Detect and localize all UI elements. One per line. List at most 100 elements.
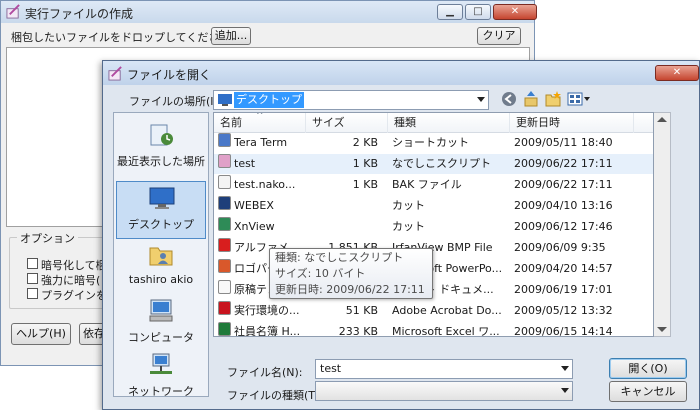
add-button[interactable]: 追加... bbox=[211, 27, 251, 45]
file-row[interactable]: Tera Term 2 KB ショートカット 2009/05/11 18:40 bbox=[214, 133, 653, 153]
minimize-button[interactable]: ▁ bbox=[437, 4, 463, 20]
file-row[interactable]: test 1 KB なでしこスクリプト 2009/06/22 17:11 bbox=[214, 154, 653, 174]
column-date[interactable]: 更新日時 bbox=[510, 113, 634, 133]
help-button[interactable]: ヘルプ(H) bbox=[11, 323, 71, 345]
file-size: 1 KB bbox=[352, 157, 378, 170]
open-button[interactable]: 開く(O) bbox=[609, 358, 687, 379]
cancel-button[interactable]: キャンセル bbox=[609, 381, 687, 402]
chevron-down-icon bbox=[561, 388, 569, 393]
file-name: test.nako... bbox=[234, 178, 296, 191]
file-row[interactable]: XnView カット 2009/06/12 17:46 bbox=[214, 217, 653, 237]
location-combo[interactable]: デスクトップ bbox=[213, 90, 489, 110]
app-icon bbox=[108, 66, 122, 81]
filename-combo[interactable]: test bbox=[315, 359, 573, 379]
file-size: 51 KB bbox=[345, 304, 378, 317]
file-list-header: 名前 ^ サイズ 種類 更新日時 bbox=[214, 113, 653, 133]
options-label: オプション bbox=[17, 230, 78, 246]
file-info-tooltip: 種類: なでしこスクリプト サイズ: 10 バイト 更新日時: 2009/06/… bbox=[269, 248, 433, 299]
window-title: 実行ファイルの作成 bbox=[25, 7, 134, 21]
file-name: 実行環境の... bbox=[234, 304, 300, 317]
clear-button[interactable]: クリア bbox=[477, 27, 521, 45]
tooltip-date: 更新日時: 2009/06/22 17:11 bbox=[275, 283, 425, 296]
file-date: 2009/06/09 9:35 bbox=[514, 241, 606, 254]
file-date: 2009/05/11 18:40 bbox=[514, 136, 613, 149]
dialog-close-button[interactable]: ✕ bbox=[655, 65, 699, 81]
sort-ascending-icon: ^ bbox=[256, 112, 264, 121]
place-computer[interactable]: コンピュータ bbox=[116, 295, 206, 353]
filetype-combo[interactable] bbox=[315, 381, 573, 401]
file-icon bbox=[218, 322, 231, 336]
file-icon bbox=[218, 259, 231, 273]
file-date: 2009/06/22 17:11 bbox=[514, 178, 613, 191]
file-name: 社員名簿 H... bbox=[234, 325, 301, 337]
file-icon bbox=[218, 280, 231, 294]
dialog-title: ファイルを開く bbox=[127, 68, 212, 82]
file-size: 233 KB bbox=[338, 325, 378, 337]
column-name[interactable]: 名前 ^ bbox=[214, 113, 306, 133]
file-icon bbox=[218, 175, 231, 189]
desktop-icon bbox=[218, 94, 232, 106]
file-type: Adobe Acrobat Do... bbox=[392, 304, 502, 317]
vertical-scrollbar[interactable] bbox=[654, 112, 671, 337]
option-strong-encrypt[interactable]: 強力に暗号( bbox=[27, 272, 103, 286]
file-row[interactable]: test.nako... 1 KB BAK ファイル 2009/06/22 17:11 bbox=[214, 175, 653, 195]
option-plugin[interactable]: プラグインを bbox=[27, 287, 103, 301]
file-type: カット bbox=[392, 220, 425, 233]
location-value: デスクトップ bbox=[234, 92, 304, 108]
chevron-down-icon bbox=[477, 97, 485, 102]
file-name: Tera Term bbox=[234, 136, 288, 149]
place-desktop[interactable]: デスクトップ bbox=[116, 181, 206, 239]
file-date: 2009/04/20 14:57 bbox=[514, 262, 613, 275]
chevron-down-icon bbox=[561, 366, 569, 371]
file-size: 2 KB bbox=[352, 136, 378, 149]
file-date: 2009/05/12 13:32 bbox=[514, 304, 613, 317]
file-icon bbox=[218, 217, 231, 231]
app-icon bbox=[6, 4, 20, 19]
column-type[interactable]: 種類 bbox=[388, 113, 510, 133]
file-row[interactable]: 実行環境の... 51 KB Adobe Acrobat Do... 2009/05/… bbox=[214, 301, 653, 321]
checkbox[interactable] bbox=[27, 273, 38, 284]
tooltip-size: サイズ: 10 バイト bbox=[275, 267, 366, 280]
scroll-down-icon[interactable] bbox=[657, 327, 667, 332]
file-type: カット bbox=[392, 199, 425, 212]
file-row[interactable]: 社員名簿 H... 233 KB Microsoft Excel ワ... 2009/… bbox=[214, 322, 653, 337]
network-icon bbox=[150, 353, 172, 374]
file-date: 2009/04/10 13:16 bbox=[514, 199, 613, 212]
maximize-button[interactable]: □ bbox=[465, 4, 491, 20]
close-icon: ✕ bbox=[672, 67, 682, 78]
file-icon bbox=[218, 154, 231, 168]
file-type: BAK ファイル bbox=[392, 178, 462, 191]
file-name: test bbox=[234, 157, 256, 170]
filetype-label: ファイルの種類(T): bbox=[227, 389, 324, 402]
file-icon bbox=[218, 238, 231, 252]
place-user[interactable]: tashiro akio bbox=[116, 239, 206, 297]
file-type: Microsoft Excel ワ... bbox=[392, 325, 500, 337]
tooltip-type: 種類: なでしこスクリプト bbox=[275, 251, 404, 264]
option-encrypt[interactable]: 暗号化して梱 bbox=[27, 257, 103, 271]
checkbox[interactable] bbox=[27, 258, 38, 269]
file-list[interactable]: 名前 ^ サイズ 種類 更新日時 Tera Term 2 KB ショートカット 200… bbox=[213, 112, 654, 337]
scroll-up-icon[interactable] bbox=[657, 117, 667, 122]
place-recent[interactable]: 最近表示した場所 bbox=[116, 119, 206, 177]
file-date: 2009/06/15 14:14 bbox=[514, 325, 613, 337]
file-date: 2009/06/12 17:46 bbox=[514, 220, 613, 233]
dialog-title-bar[interactable]: ファイルを開く ✕ bbox=[103, 61, 699, 85]
filename-label: ファイル名(N): bbox=[227, 366, 303, 379]
up-folder-icon[interactable] bbox=[523, 90, 539, 107]
checkbox[interactable] bbox=[27, 288, 38, 299]
computer-icon bbox=[149, 299, 173, 322]
place-network[interactable]: ネットワーク bbox=[116, 349, 206, 407]
title-bar[interactable]: 実行ファイルの作成 ▁ □ ✕ bbox=[1, 1, 537, 23]
close-button[interactable]: ✕ bbox=[493, 4, 537, 20]
desktop-icon bbox=[149, 187, 175, 209]
file-name: WEBEX bbox=[234, 199, 274, 212]
user-folder-icon bbox=[149, 247, 173, 266]
file-date: 2009/06/22 17:11 bbox=[514, 157, 613, 170]
new-folder-icon[interactable] bbox=[545, 91, 562, 107]
column-size[interactable]: サイズ bbox=[306, 113, 388, 133]
view-menu-icon[interactable] bbox=[567, 91, 591, 107]
drop-instruction: 梱包したいファイルをドロップしてください。 bbox=[11, 31, 242, 44]
file-row[interactable]: WEBEX カット 2009/04/10 13:16 bbox=[214, 196, 653, 216]
back-icon[interactable] bbox=[501, 91, 517, 107]
file-date: 2009/06/19 17:01 bbox=[514, 283, 613, 296]
